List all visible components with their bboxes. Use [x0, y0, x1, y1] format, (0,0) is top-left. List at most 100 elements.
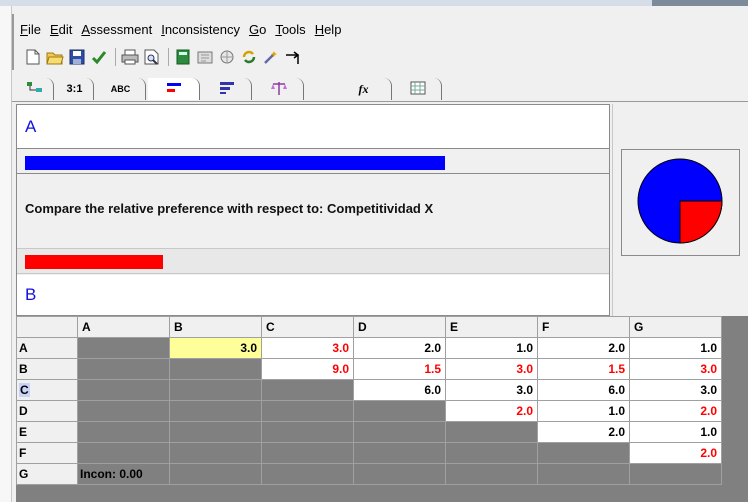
matrix-cell[interactable]: 1.5: [353, 358, 446, 380]
tab-formula[interactable]: fx: [306, 78, 392, 100]
scale-icon: [270, 81, 288, 98]
column-header-g: G: [629, 316, 722, 338]
matrix-cell[interactable]: 6.0: [353, 379, 446, 401]
row-header-a: A: [16, 337, 78, 359]
tree-icon: [26, 81, 44, 98]
item-a-label: A: [25, 117, 37, 136]
matrix-cell[interactable]: 3.0: [445, 358, 538, 380]
item-b-row: B: [17, 275, 609, 315]
matrix-cell-empty: [353, 421, 446, 443]
menu-inconsistency[interactable]: Inconsistency: [161, 22, 240, 37]
matrix-cell[interactable]: 1.0: [629, 421, 722, 443]
matrix-cell[interactable]: 2.0: [537, 421, 630, 443]
matrix-cell-empty: [353, 400, 446, 422]
matrix-cell[interactable]: 1.5: [537, 358, 630, 380]
table-row: E 2.0 1.0: [16, 421, 722, 443]
new-icon[interactable]: [24, 48, 42, 66]
matrix-cell[interactable]: 2.0: [445, 400, 538, 422]
menu-bar: File Edit Assessment Inconsistency Go Tools He…: [12, 14, 350, 44]
row-header-f: F: [16, 442, 78, 464]
print-preview-icon[interactable]: [143, 48, 161, 66]
matrix-cell-empty: [353, 463, 446, 485]
table-row: A 3.0 3.0 2.0 1.0 2.0 1.0: [16, 337, 722, 359]
bars-icon: [165, 81, 183, 98]
matrix-cell-empty: [77, 337, 170, 359]
matrix-cell-empty: [261, 463, 354, 485]
calculator-icon[interactable]: [174, 48, 192, 66]
tab-numerical[interactable]: 3:1: [56, 78, 94, 100]
matrix-cell-empty: [261, 442, 354, 464]
sensitivity-icon[interactable]: [218, 48, 236, 66]
matrix-cell-empty: [537, 463, 630, 485]
matrix-cell[interactable]: 3.0: [169, 337, 262, 359]
tab-label-abc: ABC: [110, 84, 131, 94]
matrix-cell[interactable]: 9.0: [261, 358, 354, 380]
matrix-cell[interactable]: 2.0: [353, 337, 446, 359]
left-border: [0, 6, 12, 502]
item-b-bar-track[interactable]: [17, 248, 609, 274]
arrow-right-icon[interactable]: [284, 48, 302, 66]
matrix-cell-empty: [261, 379, 354, 401]
print-icon[interactable]: [121, 48, 139, 66]
save-icon[interactable]: [68, 48, 86, 66]
formula-icon: fx: [358, 81, 369, 96]
table-row: D 2.0 1.0 2.0: [16, 400, 722, 422]
matrix-cell-empty: [353, 442, 446, 464]
matrix-cell[interactable]: 6.0: [537, 379, 630, 401]
tab-bars[interactable]: [202, 78, 252, 100]
table-row: B 9.0 1.5 3.0 1.5 3.0: [16, 358, 722, 380]
matrix-cell-empty: [77, 400, 170, 422]
open-icon[interactable]: [46, 48, 64, 66]
menu-tools[interactable]: Tools: [275, 22, 305, 37]
matrix-cell[interactable]: 3.0: [261, 337, 354, 359]
matrix-cell[interactable]: 2.0: [537, 337, 630, 359]
column-header-c: C: [261, 316, 354, 338]
menu-edit[interactable]: Edit: [50, 22, 72, 37]
matrix-cell-empty: [77, 358, 170, 380]
item-a-bar[interactable]: [25, 156, 445, 170]
matrix-cell-empty: [537, 442, 630, 464]
sheet-icon[interactable]: [196, 48, 214, 66]
menu-go[interactable]: Go: [249, 22, 266, 37]
matrix-cell[interactable]: 1.0: [537, 400, 630, 422]
tab-verbal[interactable]: ABC: [96, 78, 146, 100]
item-a-bar-track[interactable]: [17, 150, 609, 174]
menu-file[interactable]: File: [20, 22, 41, 37]
item-b-bar[interactable]: [25, 255, 163, 269]
row-header-b: B: [16, 358, 78, 380]
tab-scale[interactable]: [254, 78, 304, 100]
wand-icon[interactable]: [262, 48, 280, 66]
tab-tree[interactable]: [16, 78, 54, 100]
inconsistency-cell: Incon: 0.00: [77, 463, 170, 485]
matrix-cell[interactable]: 2.0: [629, 400, 722, 422]
matrix-cell-empty: [169, 442, 262, 464]
row-header-e: E: [16, 421, 78, 443]
matrix-cell[interactable]: 3.0: [445, 379, 538, 401]
refresh-icon[interactable]: [240, 48, 258, 66]
matrix-cell-empty: [77, 442, 170, 464]
check-icon[interactable]: [90, 48, 108, 66]
pie-slice-b: [679, 200, 723, 244]
matrix-cell-empty: [629, 463, 722, 485]
view-tabs: 3:1 ABC fx: [12, 76, 748, 102]
matrix-corner: [16, 316, 78, 338]
table-row: F 2.0: [16, 442, 722, 464]
column-header-d: D: [353, 316, 446, 338]
matrix-cell[interactable]: 1.0: [629, 337, 722, 359]
tab-grid[interactable]: [394, 78, 442, 100]
menu-help[interactable]: Help: [315, 22, 342, 37]
comparison-matrix: A B C D E F G A 3.0 3.0 2.0 1.0 2.0 1.0 B 9.0 1.5 3.0 1.5 3…: [16, 316, 748, 502]
toolbar: [12, 44, 306, 70]
panel-divider: [612, 104, 613, 316]
matrix-cell-empty: [169, 463, 262, 485]
matrix-cell[interactable]: 2.0: [629, 442, 722, 464]
menu-assessment[interactable]: Assessment: [81, 22, 152, 37]
column-header-a: A: [77, 316, 170, 338]
column-header-e: E: [445, 316, 538, 338]
matrix-cell[interactable]: 1.0: [445, 337, 538, 359]
matrix-cell-empty: [445, 463, 538, 485]
matrix-cell-empty: [169, 379, 262, 401]
matrix-cell[interactable]: 3.0: [629, 358, 722, 380]
matrix-cell[interactable]: 3.0: [629, 379, 722, 401]
tab-graphical[interactable]: [148, 78, 200, 100]
